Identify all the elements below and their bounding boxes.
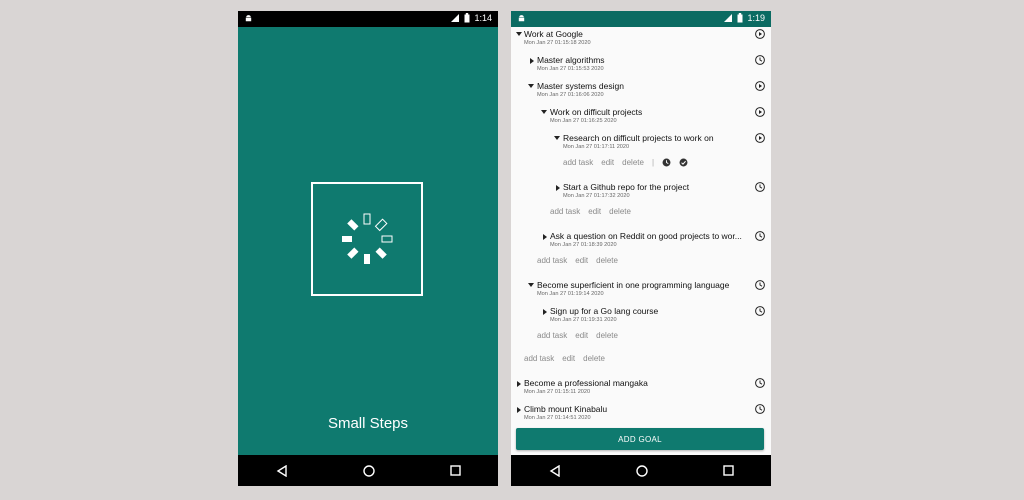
goal-date: Mon Jan 27 01:16:06 2020 [537,92,604,98]
goal-title: Climb mount Kinabalu [524,404,608,414]
goal-date: Mon Jan 27 01:17:11 2020 [563,144,630,150]
task-actions: add task edit delete [550,207,631,216]
add-goal-button[interactable]: ADD GOAL [516,428,764,450]
delete-link[interactable]: delete [596,256,618,265]
status-time: 1:14 [474,13,492,23]
delete-link[interactable]: delete [609,207,631,216]
edit-link[interactable]: edit [588,207,601,216]
play-icon[interactable] [755,29,765,39]
expand-arrow-icon[interactable] [556,185,560,191]
goal-title: Sign up for a Go lang course [550,306,659,316]
play-icon[interactable] [755,133,765,143]
clock-icon[interactable] [755,404,765,414]
add-task-link[interactable]: add task [537,256,567,265]
status-bar: 1:14 [238,11,498,27]
goal-date: Mon Jan 27 01:19:31 2020 [550,317,617,323]
collapse-arrow-icon[interactable] [528,283,534,287]
signal-icon [451,14,460,22]
check-circle-icon[interactable] [679,158,688,167]
goal-date: Mon Jan 27 01:15:53 2020 [537,66,604,72]
collapse-arrow-icon[interactable] [541,110,547,114]
goal-title: Start a Github repo for the project [563,182,690,192]
edit-link[interactable]: edit [601,158,614,167]
android-icon [245,15,252,22]
goal-title: Research on difficult projects to work o… [563,133,714,143]
edit-link[interactable]: edit [562,354,575,363]
goal-title: Become superficient in one programming l… [537,280,730,290]
goal-title: Master algorithms [537,55,605,65]
status-bar: 1:19 [511,11,771,27]
splash-screen: 1:14 Small Steps [238,11,498,486]
goal-date: Mon Jan 27 01:14:51 2020 [524,415,591,421]
recents-icon[interactable] [722,465,734,476]
clock-icon[interactable] [755,280,765,290]
task-actions: add task edit delete [537,331,618,340]
expand-arrow-icon[interactable] [530,58,534,64]
signal-icon [724,14,733,22]
battery-icon [737,13,743,23]
task-actions: add task edit delete [524,354,605,363]
app-logo [311,182,423,296]
separator: | [651,158,655,167]
clock-icon[interactable] [662,158,671,167]
back-icon[interactable] [549,464,561,477]
delete-link[interactable]: delete [583,354,605,363]
expand-arrow-icon[interactable] [517,407,521,413]
play-icon[interactable] [755,81,765,91]
home-icon[interactable] [635,464,648,477]
goal-date: Mon Jan 27 01:15:18 2020 [524,40,591,46]
home-icon[interactable] [362,464,375,477]
delete-link[interactable]: delete [622,158,644,167]
goal-title: Master systems design [537,81,624,91]
clock-icon[interactable] [755,378,765,388]
goal-title: Work at Google [524,29,583,39]
delete-link[interactable]: delete [596,331,618,340]
expand-arrow-icon[interactable] [543,234,547,240]
collapse-arrow-icon[interactable] [516,32,522,36]
status-time: 1:19 [747,13,765,23]
task-actions: add task edit delete | [563,158,688,167]
edit-link[interactable]: edit [575,256,588,265]
goal-date: Mon Jan 27 01:15:11 2020 [524,389,591,395]
goal-date: Mon Jan 27 01:17:32 2020 [563,193,630,199]
edit-link[interactable]: edit [575,331,588,340]
nav-bar [238,455,498,486]
splash-background [238,27,498,455]
collapse-arrow-icon[interactable] [528,84,534,88]
clock-icon[interactable] [755,182,765,192]
add-task-link[interactable]: add task [524,354,554,363]
goal-date: Mon Jan 27 01:19:14 2020 [537,291,604,297]
goals-screen: 1:19 Work at Google Mon Jan 27 01:15:18 … [511,11,771,486]
goal-date: Mon Jan 27 01:16:25 2020 [550,118,617,124]
expand-arrow-icon[interactable] [543,309,547,315]
add-task-link[interactable]: add task [550,207,580,216]
add-task-link[interactable]: add task [563,158,593,167]
clock-icon[interactable] [755,231,765,241]
spinner-logo-icon [342,213,393,264]
android-icon [518,15,525,22]
goal-title: Work on difficult projects [550,107,643,117]
clock-icon[interactable] [755,306,765,316]
play-icon[interactable] [755,107,765,117]
add-task-link[interactable]: add task [537,331,567,340]
back-icon[interactable] [276,464,288,477]
clock-icon[interactable] [755,55,765,65]
goal-title: Become a professional mangaka [524,378,648,388]
expand-arrow-icon[interactable] [517,381,521,387]
goals-list: Work at Google Mon Jan 27 01:15:18 2020 … [511,27,771,455]
task-actions: add task edit delete [537,256,618,265]
nav-bar [511,455,771,486]
recents-icon[interactable] [449,465,461,476]
app-name: Small Steps [327,415,409,432]
collapse-arrow-icon[interactable] [554,136,560,140]
goal-title: Ask a question on Reddit on good project… [550,231,742,241]
battery-icon [464,13,470,23]
goal-date: Mon Jan 27 01:18:39 2020 [550,242,617,248]
